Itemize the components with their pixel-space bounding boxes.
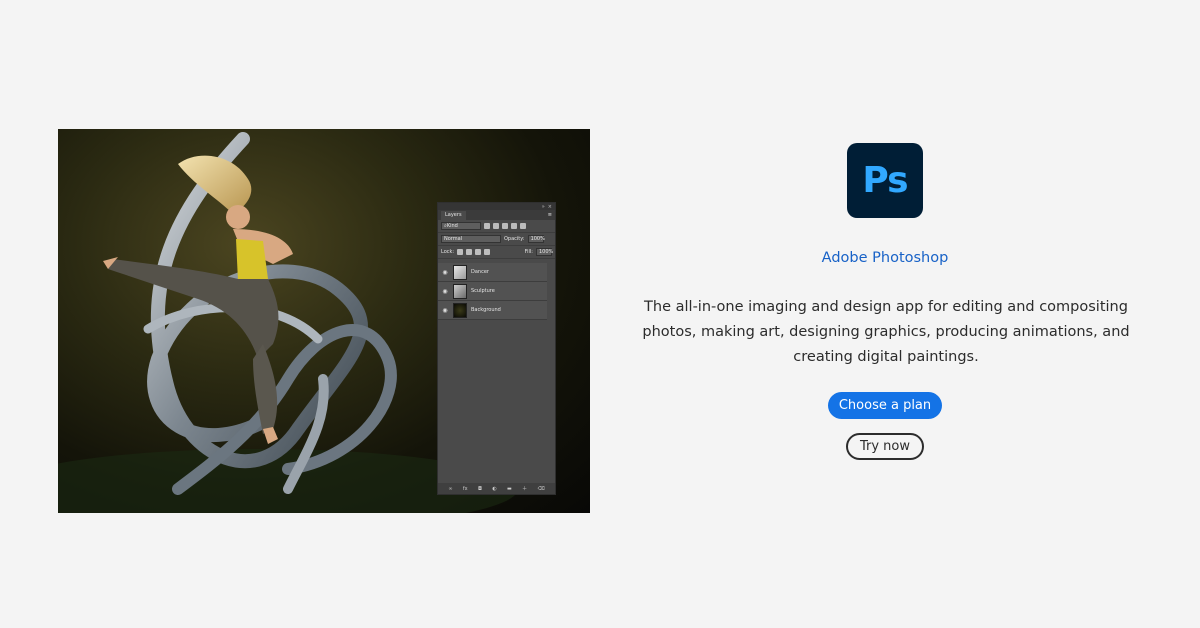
lock-all-icon[interactable]: [484, 249, 491, 255]
folder-icon[interactable]: ▬: [507, 486, 512, 492]
tab-layers[interactable]: Layers: [441, 210, 466, 220]
layer-name: Dancer: [471, 269, 489, 275]
app-name-link[interactable]: Adobe Photoshop: [627, 250, 1143, 266]
blend-row: Normal Opacity: 100%: [438, 233, 555, 246]
mask-icon[interactable]: ◘: [478, 486, 482, 492]
panel-footer: ∞ fx ◘ ◐ ▬ ＋ ⌫: [438, 483, 555, 494]
blend-mode-select[interactable]: Normal: [441, 235, 501, 243]
adjustment-icon[interactable]: ◐: [492, 486, 496, 492]
lock-move-icon[interactable]: [475, 249, 482, 255]
layer-name: Sculpture: [471, 288, 495, 294]
layers-panel[interactable]: » × Layers ≡ ⌕ Kind Normal Opacity: 100%…: [437, 202, 556, 495]
layer-row-background[interactable]: ◉ Background: [438, 301, 547, 320]
hero-image: » × Layers ≡ ⌕ Kind Normal Opacity: 100%…: [58, 129, 590, 513]
tab-layers-label: Layers: [445, 212, 462, 218]
filter-kind-select[interactable]: ⌕ Kind: [441, 222, 481, 230]
smart-filter-icon[interactable]: [520, 223, 526, 229]
logo-text: Ps: [862, 160, 908, 201]
layer-row-dancer[interactable]: ◉ Dancer: [438, 263, 547, 282]
fill-label: Fill:: [524, 249, 533, 255]
panel-topbar: » ×: [438, 203, 555, 210]
lock-row: Lock: Fill: 100%: [438, 246, 555, 259]
layer-thumbnail: [453, 302, 467, 318]
choose-plan-button[interactable]: Choose a plan: [828, 392, 942, 419]
filter-kind-label: Kind: [446, 223, 458, 229]
opacity-input[interactable]: 100%: [527, 235, 545, 243]
adjustment-filter-icon[interactable]: [493, 223, 499, 229]
close-icon[interactable]: ×: [548, 204, 552, 210]
eye-icon[interactable]: ◉: [441, 269, 449, 276]
eye-icon[interactable]: ◉: [441, 307, 449, 314]
link-icon[interactable]: ∞: [448, 486, 452, 492]
layer-thumbnail: [453, 283, 467, 299]
collapse-icon[interactable]: »: [542, 204, 545, 210]
new-layer-icon[interactable]: ＋: [522, 485, 527, 492]
trash-icon[interactable]: ⌫: [538, 486, 545, 492]
eye-icon[interactable]: ◉: [441, 288, 449, 295]
fill-value: 100%: [539, 249, 554, 255]
lock-brush-icon[interactable]: [466, 249, 473, 255]
shape-filter-icon[interactable]: [511, 223, 517, 229]
app-description: The all-in-one imaging and design app fo…: [642, 299, 1130, 365]
fill-input[interactable]: 100%: [536, 248, 554, 256]
opacity-label: Opacity:: [504, 236, 525, 242]
panel-menu-icon[interactable]: ≡: [548, 212, 552, 218]
pixel-filter-icon[interactable]: [484, 223, 490, 229]
blend-mode-value: Normal: [444, 236, 463, 242]
lock-label: Lock:: [441, 249, 455, 255]
fx-icon[interactable]: fx: [463, 486, 468, 492]
layer-row-sculpture[interactable]: ◉ Sculpture: [438, 282, 547, 301]
panel-tab-row: Layers ≡: [438, 210, 555, 220]
layer-thumbnail: [453, 264, 467, 280]
layer-name: Background: [471, 307, 501, 313]
filter-row: ⌕ Kind: [438, 220, 555, 233]
try-now-button[interactable]: Try now: [846, 433, 924, 460]
type-filter-icon[interactable]: [502, 223, 508, 229]
lock-pixels-icon[interactable]: [457, 249, 464, 255]
photoshop-logo-icon: Ps: [847, 143, 923, 218]
opacity-value: 100%: [530, 236, 545, 242]
